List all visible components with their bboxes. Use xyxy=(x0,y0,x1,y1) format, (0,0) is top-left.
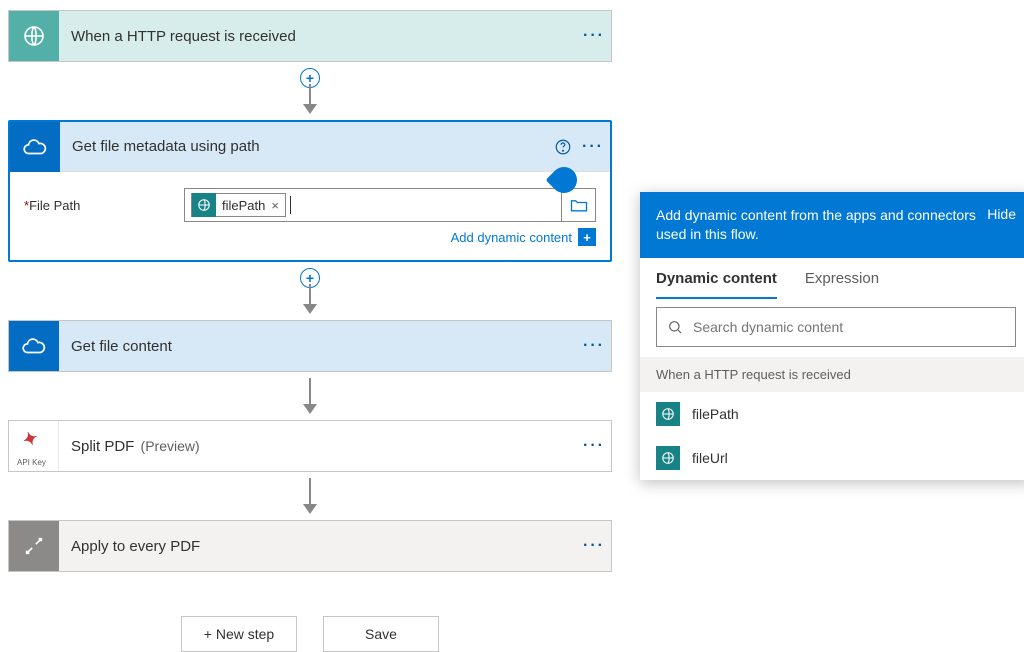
api-key-icon: ✦ API Key xyxy=(9,421,59,471)
connector-arrow xyxy=(8,372,612,420)
search-dynamic-content[interactable] xyxy=(656,307,1016,347)
connector-arrow: + xyxy=(8,62,612,120)
tab-expression[interactable]: Expression xyxy=(805,270,879,299)
ellipsis-icon[interactable]: ··· xyxy=(577,537,611,555)
filepath-input[interactable]: filePath × xyxy=(184,188,596,222)
connector-arrow xyxy=(8,472,612,520)
ellipsis-icon[interactable]: ··· xyxy=(577,27,611,45)
field-label: *File Path xyxy=(24,198,184,213)
popover-group-header: When a HTTP request is received xyxy=(640,357,1024,392)
step-title: Get file content xyxy=(59,338,577,355)
loop-icon xyxy=(9,521,59,571)
step-title: When a HTTP request is received xyxy=(59,28,577,45)
list-item-label: filePath xyxy=(692,406,739,422)
popover-header: Add dynamic content from the apps and co… xyxy=(656,206,977,244)
help-icon[interactable] xyxy=(550,138,576,156)
chip-label: filePath xyxy=(216,198,271,213)
ellipsis-icon[interactable]: ··· xyxy=(577,437,611,455)
ellipsis-icon[interactable]: ··· xyxy=(577,337,611,355)
search-icon xyxy=(667,319,683,335)
chip-remove-icon[interactable]: × xyxy=(271,198,285,213)
step-get-file-content[interactable]: Get file content ··· xyxy=(8,320,612,372)
dynamic-item-filepath[interactable]: filePath xyxy=(640,392,1024,436)
list-item-label: fileUrl xyxy=(692,450,728,466)
step-apply-each[interactable]: Apply to every PDF ··· xyxy=(8,520,612,572)
step-http-trigger[interactable]: When a HTTP request is received ··· xyxy=(8,10,612,62)
http-globe-icon xyxy=(9,11,59,61)
token-chip-filepath[interactable]: filePath × xyxy=(191,193,286,217)
text-cursor xyxy=(290,196,291,214)
dynamic-item-fileurl[interactable]: fileUrl xyxy=(640,436,1024,480)
connector-arrow: + xyxy=(8,262,612,320)
flow-column: When a HTTP request is received ··· + Ge… xyxy=(8,10,612,652)
step-title: Apply to every PDF xyxy=(59,538,577,555)
tab-dynamic-content[interactable]: Dynamic content xyxy=(656,270,777,299)
step-get-metadata: Get file metadata using path ··· *File P… xyxy=(8,120,612,262)
http-token-icon xyxy=(656,446,680,470)
onedrive-cloud-icon xyxy=(10,122,60,172)
step-title: Split PDF (Preview) xyxy=(59,438,577,455)
onedrive-cloud-icon xyxy=(9,321,59,371)
add-dynamic-link[interactable]: Add dynamic content xyxy=(451,230,572,245)
step-split-pdf[interactable]: ✦ API Key Split PDF (Preview) ··· xyxy=(8,420,612,472)
dynamic-content-popover: Add dynamic content from the apps and co… xyxy=(640,192,1024,480)
save-button[interactable]: Save xyxy=(323,616,439,652)
search-input[interactable] xyxy=(693,319,1005,335)
hide-link[interactable]: Hide xyxy=(977,206,1016,222)
step-title: Get file metadata using path xyxy=(60,138,550,155)
add-dynamic-plus-icon[interactable]: + xyxy=(578,228,596,246)
new-step-button[interactable]: + New step xyxy=(181,616,297,652)
http-token-icon xyxy=(192,193,216,217)
ellipsis-icon[interactable]: ··· xyxy=(576,138,610,156)
http-token-icon xyxy=(656,402,680,426)
folder-picker-icon[interactable] xyxy=(561,189,595,221)
